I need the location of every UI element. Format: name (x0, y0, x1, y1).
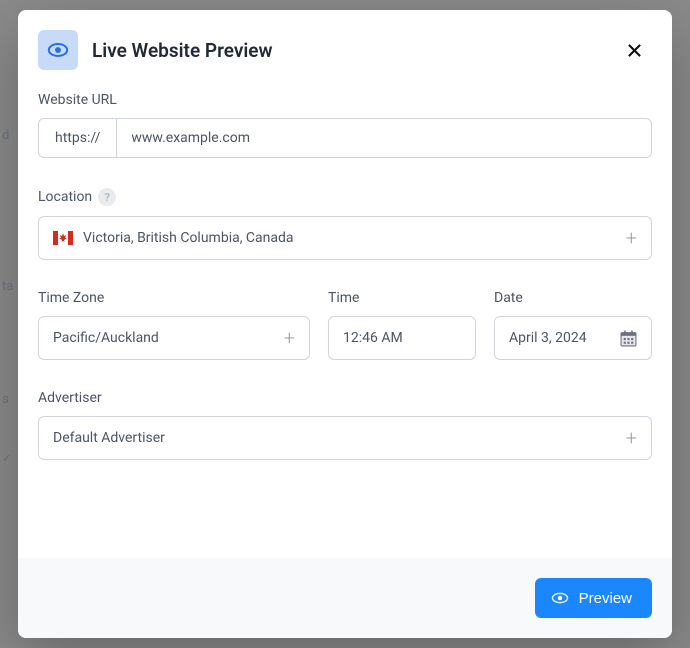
modal-footer: Preview (18, 558, 672, 638)
advertiser-select[interactable]: Default Advertiser + (38, 416, 652, 460)
advertiser-value: Default Advertiser (53, 430, 165, 446)
url-input-group: https:// (38, 118, 652, 158)
modal-title: Live Website Preview (92, 39, 620, 62)
help-icon[interactable]: ? (98, 188, 116, 206)
plus-icon: + (284, 328, 295, 348)
eye-icon (551, 589, 569, 607)
url-label: Website URL (38, 92, 652, 108)
live-preview-modal: Live Website Preview Website URL https:/… (18, 10, 672, 638)
url-prefix: https:// (38, 118, 116, 158)
timezone-select[interactable]: Pacific/Auckland + (38, 316, 310, 360)
timezone-value: Pacific/Auckland (53, 330, 159, 346)
preview-header-icon (38, 30, 78, 70)
preview-button-label: Preview (579, 590, 632, 607)
date-value: April 3, 2024 (509, 330, 587, 346)
time-label: Time (328, 290, 476, 306)
location-value: Victoria, British Columbia, Canada (83, 230, 294, 246)
close-icon (627, 43, 642, 58)
time-value: 12:46 AM (343, 330, 403, 346)
timezone-label: Time Zone (38, 290, 310, 306)
time-input[interactable]: 12:46 AM (328, 316, 476, 360)
url-input[interactable] (116, 118, 652, 158)
date-input[interactable]: April 3, 2024 (494, 316, 652, 360)
canada-flag-icon (53, 231, 73, 245)
advertiser-label: Advertiser (38, 390, 652, 406)
plus-icon: + (626, 228, 637, 248)
location-label-text: Location (38, 189, 92, 205)
calendar-icon (619, 329, 637, 347)
plus-icon: + (626, 428, 637, 448)
modal-header: Live Website Preview (18, 10, 672, 84)
preview-button[interactable]: Preview (535, 578, 652, 618)
location-label: Location ? (38, 188, 652, 206)
date-label: Date (494, 290, 652, 306)
eye-icon (47, 39, 69, 61)
close-button[interactable] (620, 36, 648, 64)
modal-body: Website URL https:// Location ? (18, 84, 672, 558)
location-select[interactable]: Victoria, British Columbia, Canada + (38, 216, 652, 260)
